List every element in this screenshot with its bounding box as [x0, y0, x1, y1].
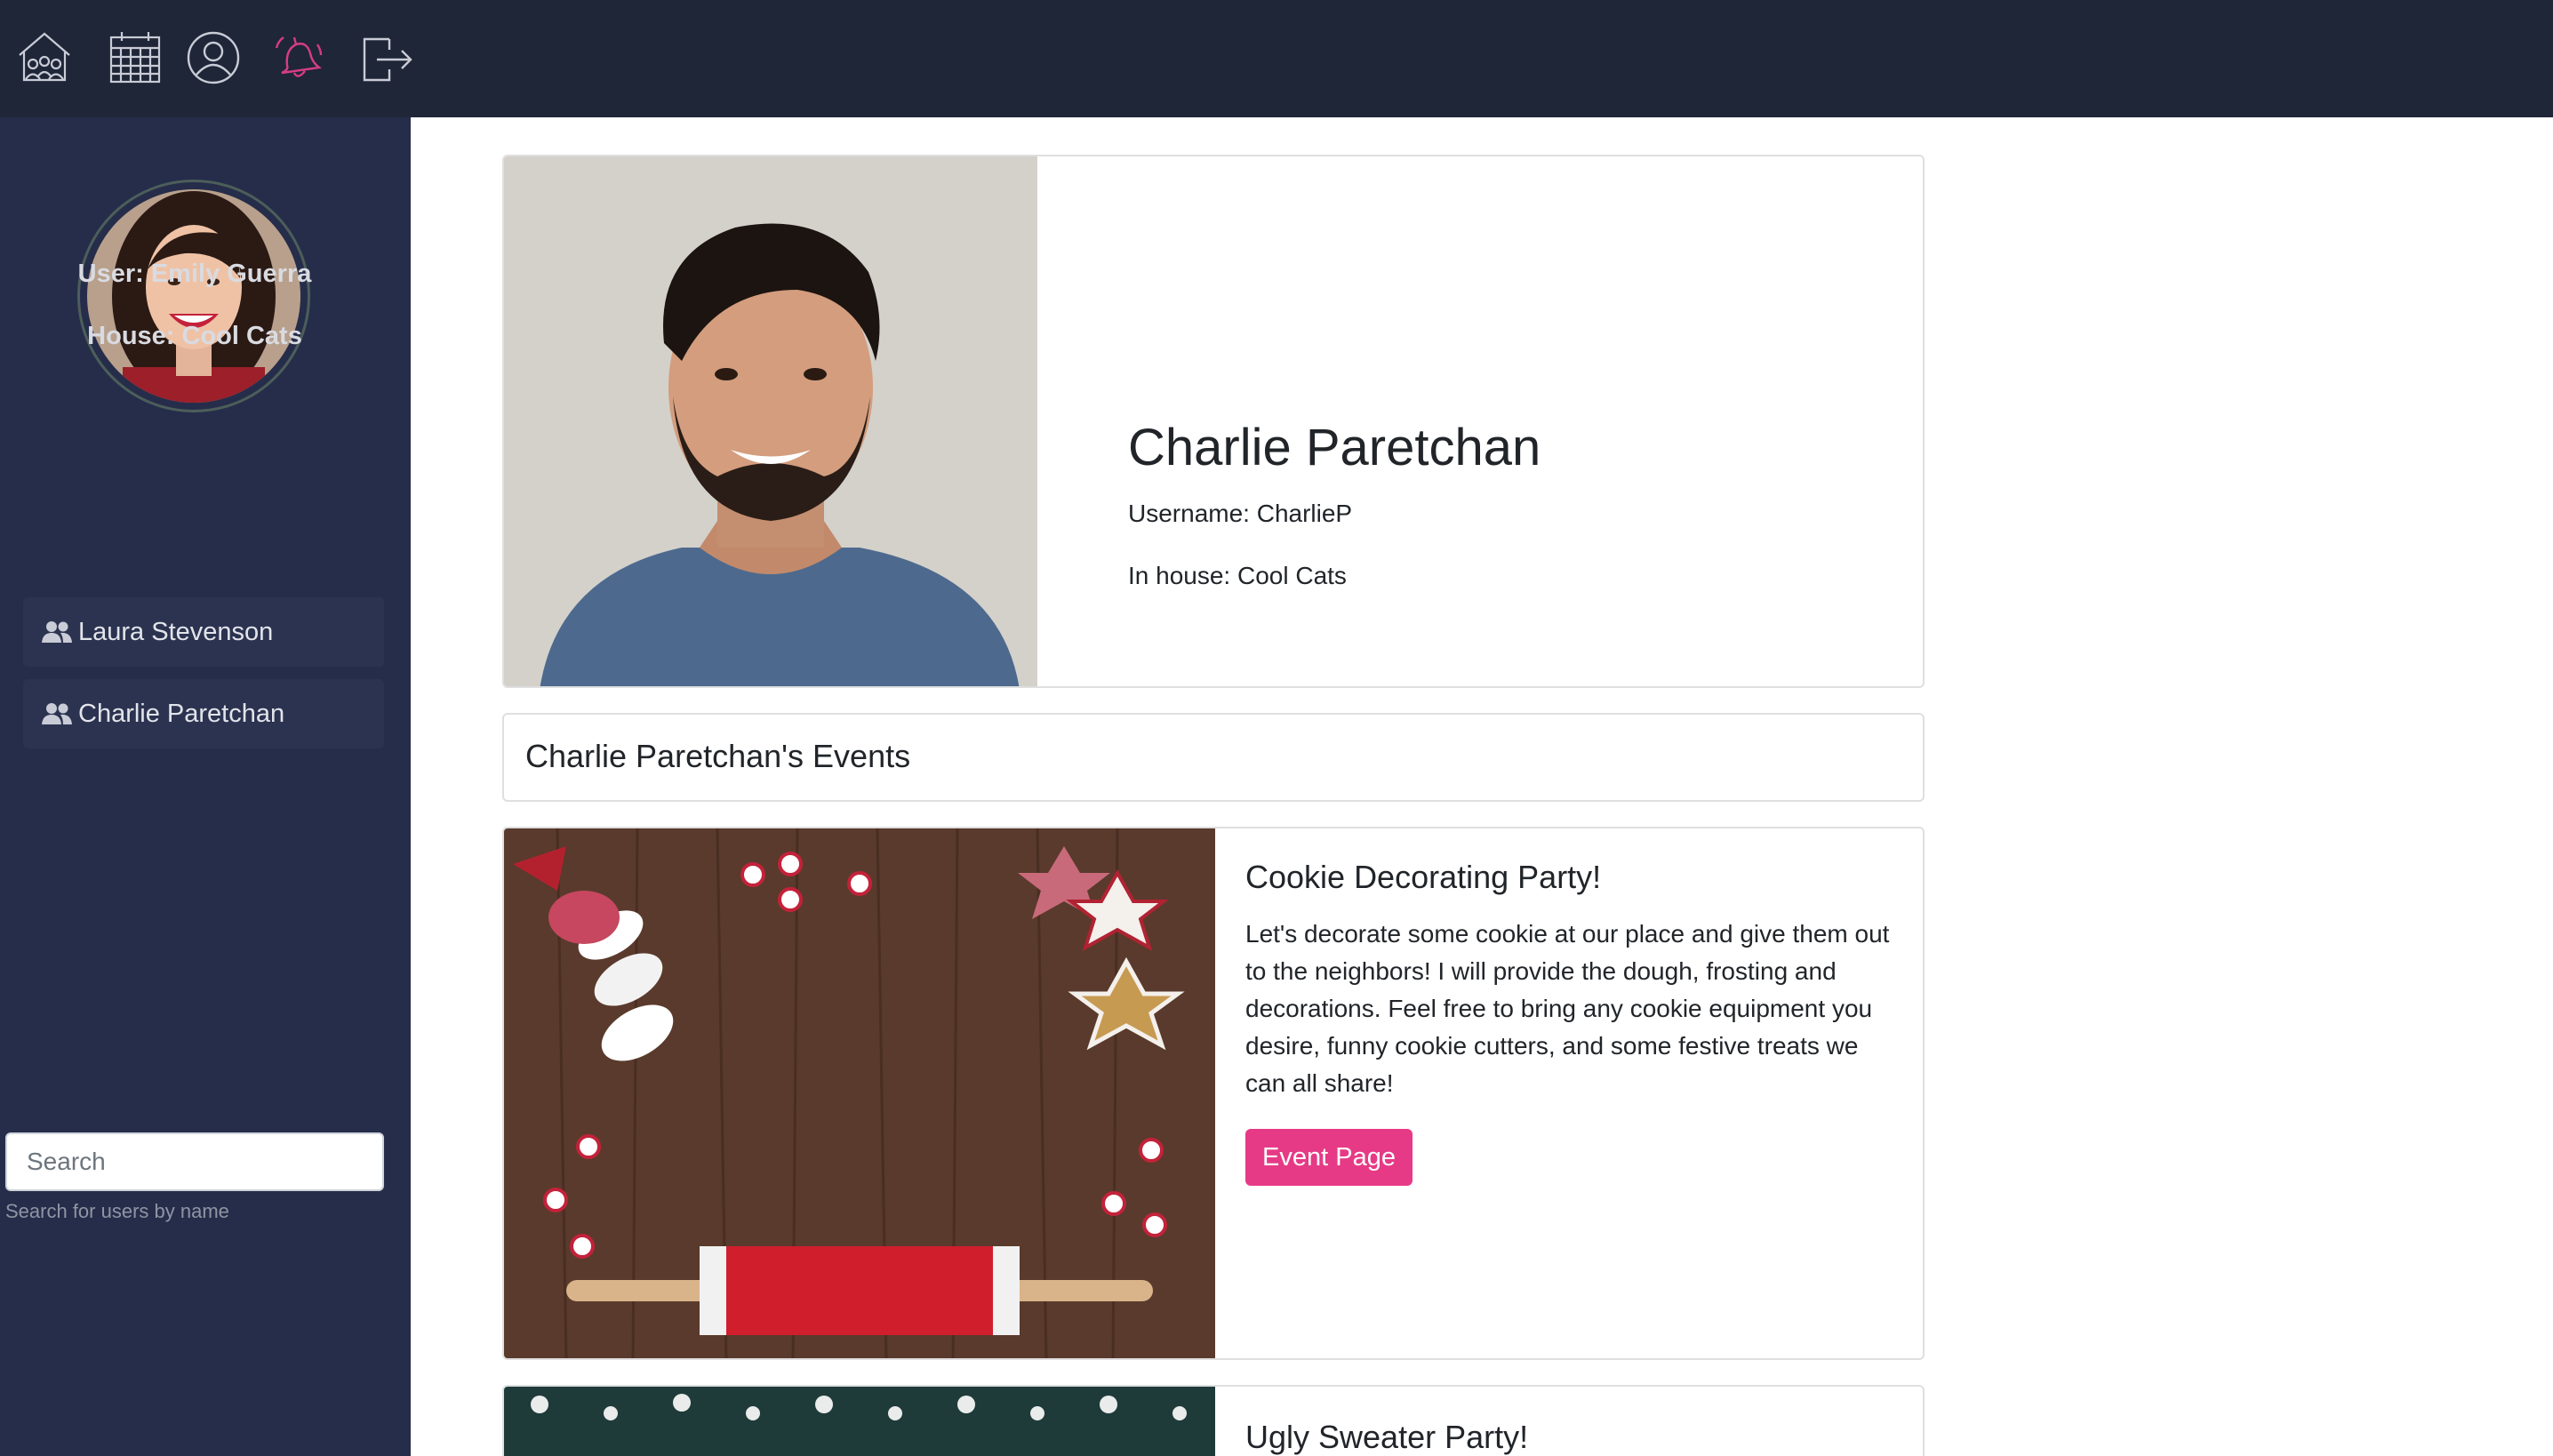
event-title: Cookie Decorating Party!	[1245, 859, 1602, 895]
current-user-label: User: Emily Guerra	[77, 260, 312, 288]
bell-icon[interactable]	[268, 27, 330, 89]
profile-house: In house: Cool Cats	[1128, 562, 1347, 589]
profile-photo	[504, 156, 1037, 686]
event-card: Cookie Decorating Party! Let's decorate …	[502, 827, 1925, 1360]
events-header-card: Charlie Paretchan's Events	[502, 713, 1925, 802]
event-title: Ugly Sweater Party!	[1245, 1419, 1529, 1455]
events-header-title: Charlie Paretchan's Events	[525, 738, 911, 774]
users-icon	[42, 621, 72, 643]
sidebar-item-label: Charlie Paretchan	[78, 699, 285, 728]
sidebar-item-charlie-paretchan[interactable]: Charlie Paretchan	[23, 679, 384, 748]
search-input[interactable]	[5, 1132, 384, 1191]
profile-username: Username: CharlieP	[1128, 500, 1353, 527]
event-image-sweater	[504, 1387, 1215, 1456]
sidebar-item-laura-stevenson[interactable]: Laura Stevenson	[23, 597, 384, 667]
event-image-cookies	[504, 828, 1215, 1358]
current-house-label: House: Cool Cats	[87, 322, 302, 350]
event-description: Let's decorate some cookie at our place …	[1245, 920, 1890, 1097]
avatar-photo	[87, 189, 300, 403]
home-group-icon[interactable]	[13, 27, 76, 89]
top-navbar	[0, 0, 2553, 117]
sidebar: User: Emily Guerra House: Cool Cats Laur…	[0, 117, 411, 1456]
profile-card: Charlie Paretchan Username: CharlieP In …	[502, 155, 1925, 688]
logout-icon[interactable]	[356, 27, 418, 89]
profile-name: Charlie Paretchan	[1128, 419, 1541, 476]
users-icon	[42, 703, 72, 724]
user-avatar[interactable]	[77, 180, 310, 412]
sidebar-item-label: Laura Stevenson	[78, 617, 274, 646]
user-circle-icon[interactable]	[182, 27, 244, 89]
search-help-text: Search for users by name	[5, 1200, 229, 1222]
event-page-button[interactable]: Event Page	[1245, 1129, 1413, 1186]
event-card: Ugly Sweater Party!	[502, 1385, 1925, 1456]
calendar-icon[interactable]	[104, 27, 166, 89]
